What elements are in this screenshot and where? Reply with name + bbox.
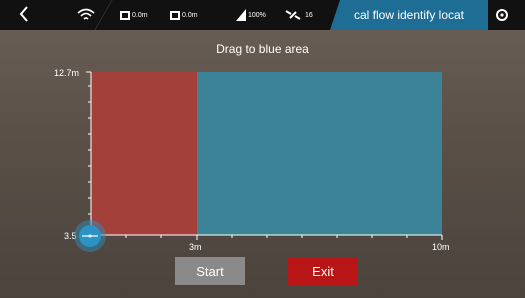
x-ticks bbox=[125, 235, 443, 240]
exit-button[interactable]: Exit bbox=[288, 257, 358, 285]
calibration-chart: 12.7m 3.5 3m 10m bbox=[54, 68, 450, 252]
y-ticks bbox=[86, 71, 91, 215]
blue-zone[interactable] bbox=[197, 72, 442, 235]
drag-handle[interactable] bbox=[74, 220, 106, 252]
y-top-label: 12.7m bbox=[54, 68, 79, 78]
x-mid-label: 3m bbox=[189, 242, 202, 252]
x-end-label: 10m bbox=[432, 242, 450, 252]
start-button[interactable]: Start bbox=[175, 257, 245, 285]
red-zone bbox=[91, 72, 197, 235]
